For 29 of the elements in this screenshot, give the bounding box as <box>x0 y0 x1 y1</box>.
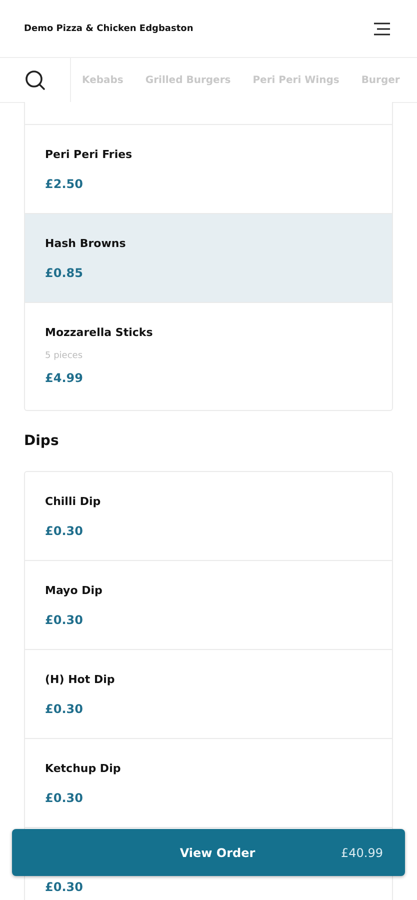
item-price: £0.30 <box>45 791 84 805</box>
menu-item[interactable]: (H) Hot Dip £0.30 <box>25 650 392 739</box>
item-price: £0.30 <box>45 702 84 716</box>
item-name: Chilli Dip <box>45 495 102 510</box>
item-name: Mozzarella Sticks <box>45 326 154 341</box>
menu-item[interactable]: Mozzarella Sticks 5 pieces £4.99 <box>25 303 392 410</box>
item-name: (H) Hot Dip <box>45 673 116 688</box>
item-price: £0.30 <box>45 524 84 538</box>
menu-item[interactable]: Chilli Dip £0.30 <box>25 472 392 561</box>
order-total: £40.99 <box>341 846 383 860</box>
search-icon[interactable] <box>24 69 46 91</box>
menu-item[interactable]: Hash Browns £0.85 <box>25 214 392 303</box>
item-price: £2.50 <box>45 177 84 191</box>
item-description: 5 pieces <box>45 351 84 361</box>
item-price: £4.99 <box>45 371 84 385</box>
item-price: £0.30 <box>45 613 84 627</box>
menu-item[interactable]: Mayo Dip £0.30 <box>25 561 392 650</box>
item-price: £0.85 <box>45 266 84 280</box>
menu-item[interactable]: Ketchup Dip £0.30 <box>25 739 392 828</box>
view-order-label: View Order <box>178 846 256 860</box>
item-name: Ketchup Dip <box>45 762 122 777</box>
item-name: Peri Peri Fries <box>45 148 134 163</box>
restaurant-title: Demo Pizza & Chicken Edgbaston <box>24 24 194 34</box>
menu-icon[interactable] <box>373 22 391 36</box>
item-name: Hash Browns <box>45 237 127 252</box>
view-order-button[interactable]: View Order £40.99 <box>12 829 405 876</box>
item-price: £0.30 <box>45 880 84 894</box>
item-name: Mayo Dip <box>45 584 104 599</box>
section-title: Dips <box>24 433 60 449</box>
